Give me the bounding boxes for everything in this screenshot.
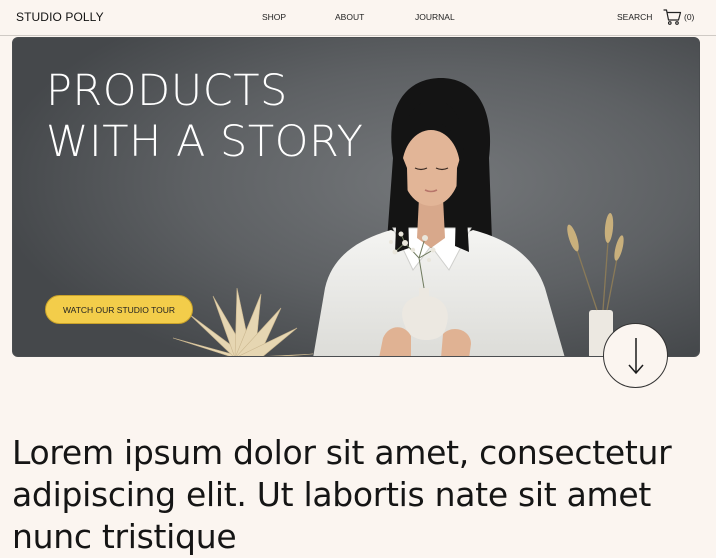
site-header: STUDIO POLLY SHOP ABOUT JOURNAL SEARCH (… [0, 0, 716, 36]
cart-count: (0) [684, 12, 695, 22]
watch-studio-tour-button[interactable]: WATCH OUR STUDIO TOUR [45, 295, 193, 324]
site-logo[interactable]: STUDIO POLLY [16, 10, 104, 24]
arrow-down-icon [627, 337, 644, 374]
cart-button[interactable]: (0) [663, 7, 694, 27]
nav-about-link[interactable]: ABOUT [335, 12, 364, 22]
intro-paragraph: Lorem ipsum dolor sit amet, consectetur … [12, 433, 672, 556]
scroll-down-button[interactable] [603, 323, 668, 388]
hero-title: PRODUCTS WITH A STORY [46, 66, 363, 168]
nav-shop-link[interactable]: SHOP [262, 12, 286, 22]
hero-banner: PRODUCTS WITH A STORY WATCH OUR STUDIO T… [12, 37, 700, 357]
hero-title-line-2: WITH A STORY [46, 117, 364, 167]
nav-journal-link[interactable]: JOURNAL [415, 12, 455, 22]
hero-title-line-1: PRODUCTS [46, 66, 288, 116]
search-link[interactable]: SEARCH [617, 12, 652, 22]
shopping-cart-icon [663, 9, 682, 25]
